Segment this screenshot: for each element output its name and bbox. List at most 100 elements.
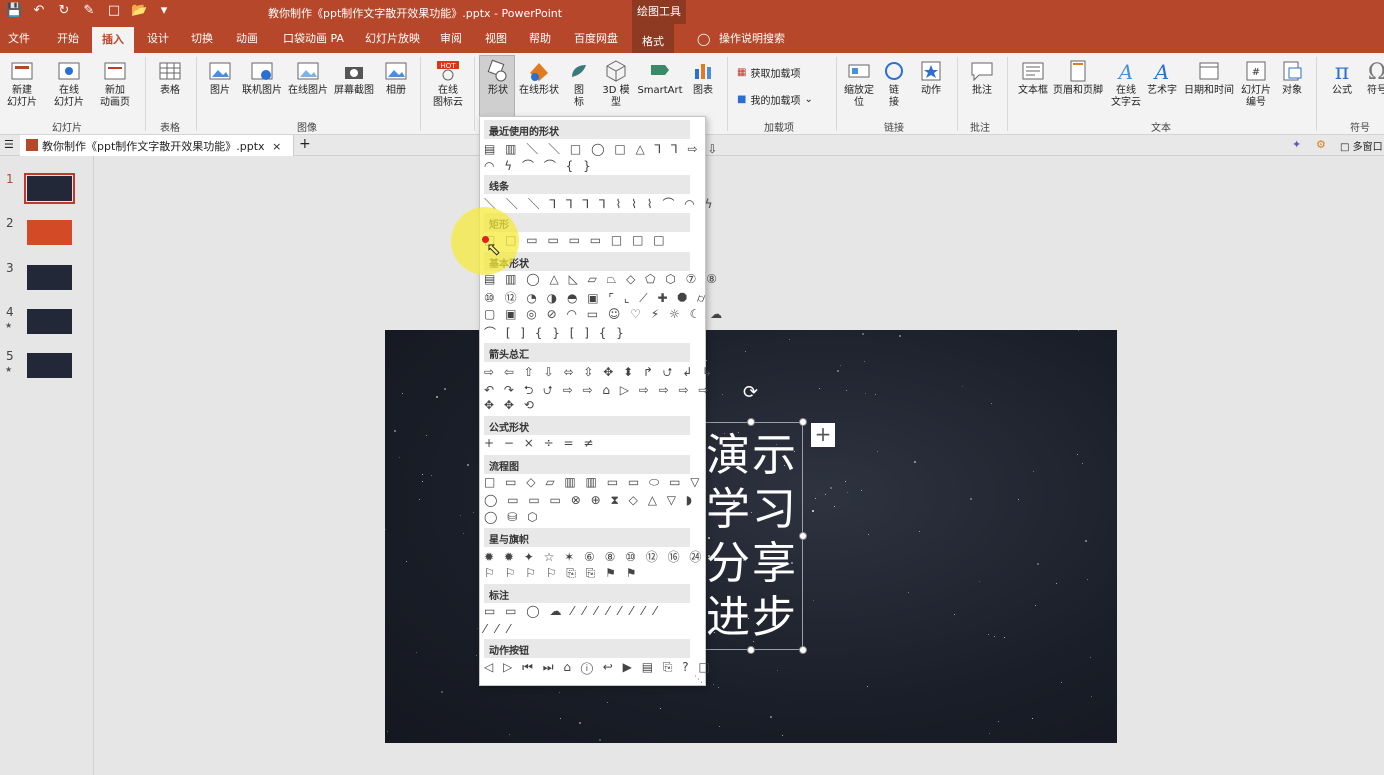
layout-options-button[interactable]: + <box>811 423 835 447</box>
symbol-button[interactable]: Ω 符号 <box>1362 55 1384 97</box>
star-dot <box>908 592 909 593</box>
shape-row[interactable]: ◯ ▭ ▭ ▭ ⊗ ⊕ ⧗ ◇ △ ▽ ◗ <box>484 493 695 508</box>
shape-row[interactable]: ▢ ▣ ◎ ⊘ ◠ ▭ ☺ ♡ ⚡ ☼ ☾ ☁ <box>484 307 725 321</box>
tab-help[interactable]: 帮助 <box>529 30 551 46</box>
my-addins-button[interactable]: ■ 我的加载项 ⌄ <box>737 92 813 107</box>
comment-button[interactable]: 批注 <box>965 55 999 97</box>
smartart-button[interactable]: SmartArt <box>634 55 686 97</box>
open-icon[interactable]: 📂 <box>131 3 147 18</box>
object-button[interactable]: 对象 <box>1276 55 1308 97</box>
online-iconcloud-button[interactable]: HOT 在线 图标云 <box>428 55 468 109</box>
link-icon <box>885 62 903 80</box>
shape-row[interactable]: ✥ ✥ ⟲ <box>484 398 537 412</box>
tab-baidu[interactable]: 百度网盘 <box>574 30 618 46</box>
sidebar-toggle-icon[interactable]: ☰ <box>4 138 14 151</box>
resize-handle[interactable] <box>747 418 755 426</box>
redo-icon[interactable]: ↻ <box>56 3 72 18</box>
format-painter-icon[interactable]: ✎ <box>81 3 97 18</box>
datetime-button[interactable]: 日期和时间 <box>1181 55 1237 97</box>
shape-row[interactable]: ⑩ ⑫ ◔ ◑ ◓ ▣ ⌜ ⌞ ⟋ ✚ ⯃ ⌭ <box>484 289 708 306</box>
star-dot <box>426 435 427 436</box>
undo-icon[interactable]: ↶ <box>31 3 47 18</box>
shape-row[interactable]: ⌒ [ ] { } [ ] { } <box>484 324 627 341</box>
shape-row[interactable]: + − × ÷ = ≠ <box>484 436 596 450</box>
add-tab-button[interactable]: + <box>299 136 311 152</box>
online-wordcloud-button[interactable]: A 在线 文字云 <box>1108 55 1144 109</box>
shape-row[interactable]: ◯ ⛁ ⬡ <box>484 510 541 524</box>
tab-design[interactable]: 设计 <box>147 30 169 46</box>
textbox-button[interactable]: 文本框 <box>1013 55 1053 97</box>
slide-thumbnail-4[interactable] <box>27 309 72 334</box>
shape-row[interactable]: □ ▭ ◇ ▱ ▥ ▥ ▭ ▭ ⬭ ▭ ▽ <box>484 475 702 490</box>
shape-row[interactable]: ✹ ✹ ✦ ☆ ✶ ⑥ ⑧ ⑩ ⑫ ⑯ ㉔ <box>484 548 704 565</box>
chart-button[interactable]: 图表 <box>688 55 718 97</box>
textbox-content[interactable]: 演示 学习 分享 进步 <box>706 429 798 645</box>
slide-thumbnail-5[interactable] <box>27 353 72 378</box>
table-button[interactable]: 表格 <box>150 55 190 97</box>
star-dot <box>914 461 916 463</box>
picture-button[interactable]: 图片 <box>203 55 237 97</box>
tab-file[interactable]: 文件 <box>8 30 30 46</box>
new-slide-button[interactable]: 新建 幻灯片 <box>0 55 44 109</box>
equation-button[interactable]: π 公式 <box>1323 55 1361 97</box>
online-picture-button[interactable]: 联机图片 <box>238 55 286 97</box>
resize-handle[interactable] <box>799 646 807 654</box>
save-icon[interactable]: 💾 <box>6 3 22 18</box>
tab-insert[interactable]: 插入 <box>92 27 134 53</box>
online-picture2-button[interactable]: 在线图片 <box>285 55 331 97</box>
pin-icon[interactable]: ✦ <box>1292 138 1301 151</box>
resize-grip-icon[interactable]: ⋱ <box>694 675 703 685</box>
star-dot <box>387 731 388 732</box>
resize-handle[interactable] <box>799 532 807 540</box>
online-shapes-button[interactable]: 在线形状 <box>516 55 562 97</box>
slide-thumbnail-2[interactable] <box>27 220 72 245</box>
resize-handle[interactable] <box>799 418 807 426</box>
drawing-tools-title: 绘图工具 <box>632 0 686 24</box>
tab-view[interactable]: 视图 <box>485 30 507 46</box>
tab-home[interactable]: 开始 <box>57 30 79 46</box>
3d-model-button[interactable]: 3D 模 型 <box>597 55 635 109</box>
shapes-button[interactable]: 形状 <box>481 55 515 97</box>
new-file-icon[interactable]: □ <box>106 3 122 18</box>
screenshot-button[interactable]: 屏幕截图 <box>331 55 377 97</box>
customize-icon[interactable]: ▾ <box>156 3 172 18</box>
vertical-textbox[interactable]: 演示 学习 分享 进步 <box>703 422 803 650</box>
slide-number-button[interactable]: # 幻灯片 编号 <box>1238 55 1274 109</box>
star-dot <box>868 534 869 535</box>
shape-row[interactable]: ⁄ ⁄ ⁄ <box>484 622 513 636</box>
header-footer-button[interactable]: 页眉和页脚 <box>1050 55 1106 97</box>
text-line-2: 学习 <box>706 484 798 535</box>
slide-thumbnail-1[interactable] <box>24 173 75 204</box>
shape-row[interactable]: ⚐ ⚐ ⚐ ⚐ ⎘ ⎘ ⚑ ⚑ <box>484 566 639 581</box>
album-button[interactable]: 相册 <box>380 55 412 97</box>
tell-me-search[interactable]: 操作说明搜索 <box>719 30 785 46</box>
shape-row[interactable]: ▤ ▥ ◯ △ ◺ ▱ ⏢ ◇ ⬠ ⬡ ⑦ ⑧ <box>484 272 720 287</box>
settings-icon[interactable]: ⚙ <box>1316 138 1326 151</box>
shape-row[interactable]: ◁ ▷ ⏮ ⏭ ⌂ ⓘ ↩ ▶ ▤ ⎘ ? □ <box>484 660 713 675</box>
document-tab[interactable]: 教你制作《ppt制作文字散开效果功能》.pptx × ⋮ <box>20 135 294 167</box>
icons-button[interactable]: 图 标 <box>565 55 593 109</box>
zoom-button[interactable]: 缩放定 位 <box>842 55 876 109</box>
close-icon[interactable]: × <box>272 140 281 153</box>
new-anim-page-button[interactable]: 新加 动画页 <box>93 55 137 109</box>
tab-format[interactable]: 格式 <box>632 24 674 53</box>
online-slide-button[interactable]: 在线 幻灯片 <box>47 55 91 109</box>
multi-window-button[interactable]: □ 多窗口 <box>1340 138 1383 153</box>
shape-row[interactable]: ＼ ＼ ＼ ⅂ ⅂ ⅂ ⅂ ⌇ ⌇ ⌇ ⌒ ◠ ϟ <box>484 195 715 212</box>
tab-review[interactable]: 审阅 <box>440 30 462 46</box>
tab-slideshow[interactable]: 幻灯片放映 <box>365 30 420 46</box>
wordart-button[interactable]: A 艺术字 <box>1145 55 1179 97</box>
tab-transitions[interactable]: 切换 <box>191 30 213 46</box>
resize-handle[interactable] <box>747 646 755 654</box>
shape-row[interactable]: ◠ ϟ ⌒ ⌒ { } <box>484 157 594 174</box>
shape-row[interactable]: ▤ ▥ ＼ ＼ □ ◯ □ △ ⅂ ⅂ ⇨ ⇩ <box>484 140 720 157</box>
shape-row[interactable]: ▭ ▭ ◯ ☁ ⁄ ⁄ ⁄ ⁄ ⁄ ⁄ ⁄ ⁄ <box>484 604 659 618</box>
rotate-handle-icon[interactable]: ⟳ <box>743 382 758 403</box>
tab-pocket-anim[interactable]: 口袋动画 PA <box>283 30 344 46</box>
tab-animations[interactable]: 动画 <box>236 30 258 46</box>
action-button[interactable]: 动作 <box>914 55 948 97</box>
slide-thumbnail-3[interactable] <box>27 265 72 290</box>
link-button[interactable]: 链 接 <box>880 55 908 109</box>
separator <box>727 57 728 131</box>
get-addins-button[interactable]: ▦ 获取加载项 <box>737 65 800 80</box>
